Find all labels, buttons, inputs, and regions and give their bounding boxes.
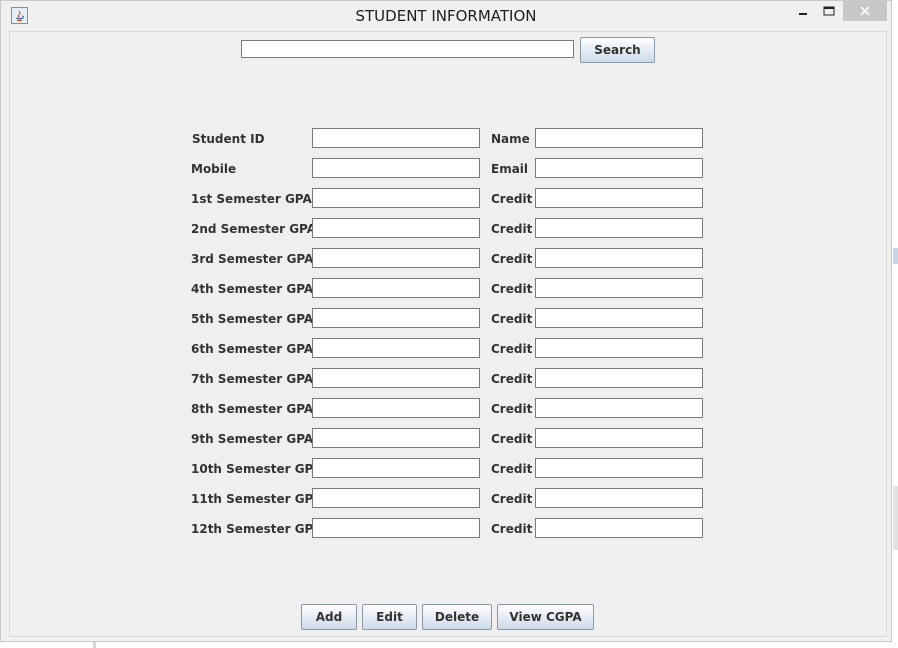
semester-6-credit-field[interactable] [535,338,703,358]
semester-7-gpa-field[interactable] [312,368,480,388]
semester-5-gpa-field[interactable] [312,308,480,328]
student-id-label: Student ID [192,132,265,146]
edit-button[interactable]: Edit [362,604,417,630]
minimize-button[interactable] [791,1,815,21]
window-title: STUDENT INFORMATION [355,7,537,25]
semester-10-credit-field[interactable] [535,458,703,478]
mobile-label: Mobile [191,162,237,176]
semester-8-gpa-label: 8th Semester GPA [191,402,314,416]
add-button[interactable]: Add [301,604,357,630]
semester-10-credit-label: Credit [491,462,533,476]
semester-5-credit-field[interactable] [535,308,703,328]
form-panel [9,31,887,637]
app-window: STUDENT INFORMATION Search Student ID Na… [0,0,892,642]
semester-5-credit-label: Credit [491,312,533,326]
semester-6-credit-label: Credit [491,342,533,356]
semester-5-gpa-label: 5th Semester GPA [191,312,314,326]
mobile-field[interactable] [312,158,480,178]
background-window-edge [893,248,898,264]
semester-4-credit-label: Credit [491,282,533,296]
name-label: Name [491,132,530,146]
background-window-edge [93,642,96,648]
semester-3-credit-label: Credit [491,252,533,266]
semester-12-credit-label: Credit [491,522,533,536]
delete-button[interactable]: Delete [422,604,492,630]
semester-12-gpa-label: 12th Semester GPA [191,522,322,536]
email-label: Email [491,162,529,176]
semester-2-credit-label: Credit [491,222,533,236]
semester-4-credit-field[interactable] [535,278,703,298]
semester-2-gpa-label: 2nd Semester GPA [191,222,317,236]
title-bar[interactable]: STUDENT INFORMATION [1,1,891,29]
semester-2-gpa-field[interactable] [312,218,480,238]
semester-11-gpa-label: 11th Semester GPA [191,492,322,506]
search-button[interactable]: Search [580,37,655,63]
semester-11-credit-label: Credit [491,492,533,506]
email-field[interactable] [535,158,703,178]
semester-12-gpa-field[interactable] [312,518,480,538]
semester-7-credit-label: Credit [491,372,533,386]
semester-8-credit-field[interactable] [535,398,703,418]
semester-9-gpa-label: 9th Semester GPA [191,432,314,446]
name-field[interactable] [535,128,703,148]
semester-10-gpa-field[interactable] [312,458,480,478]
semester-9-credit-field[interactable] [535,428,703,448]
semester-9-gpa-field[interactable] [312,428,480,448]
search-input[interactable] [241,40,574,58]
semester-9-credit-label: Credit [491,432,533,446]
semester-8-credit-label: Credit [491,402,533,416]
minimize-icon [799,13,807,15]
semester-6-gpa-label: 6th Semester GPA [191,342,314,356]
semester-10-gpa-label: 10th Semester GPA [191,462,322,476]
semester-1-credit-label: Credit [491,192,533,206]
semester-7-credit-field[interactable] [535,368,703,388]
background-window-edge [893,486,898,550]
semester-1-gpa-label: 1st Semester GPA [191,192,312,206]
view-cgpa-button[interactable]: View CGPA [497,604,594,630]
close-icon [860,6,870,16]
semester-2-credit-field[interactable] [535,218,703,238]
semester-11-credit-field[interactable] [535,488,703,508]
semester-1-credit-field[interactable] [535,188,703,208]
close-button[interactable] [843,1,887,21]
semester-11-gpa-field[interactable] [312,488,480,508]
maximize-icon [823,6,835,16]
semester-7-gpa-label: 7th Semester GPA [191,372,314,386]
semester-6-gpa-field[interactable] [312,338,480,358]
semester-4-gpa-label: 4th Semester GPA [191,282,314,296]
semester-1-gpa-field[interactable] [312,188,480,208]
semester-12-credit-field[interactable] [535,518,703,538]
semester-4-gpa-field[interactable] [312,278,480,298]
student-id-field[interactable] [312,128,480,148]
semester-3-gpa-field[interactable] [312,248,480,268]
semester-3-gpa-label: 3rd Semester GPA [191,252,314,266]
maximize-button[interactable] [817,1,841,21]
semester-8-gpa-field[interactable] [312,398,480,418]
semester-3-credit-field[interactable] [535,248,703,268]
